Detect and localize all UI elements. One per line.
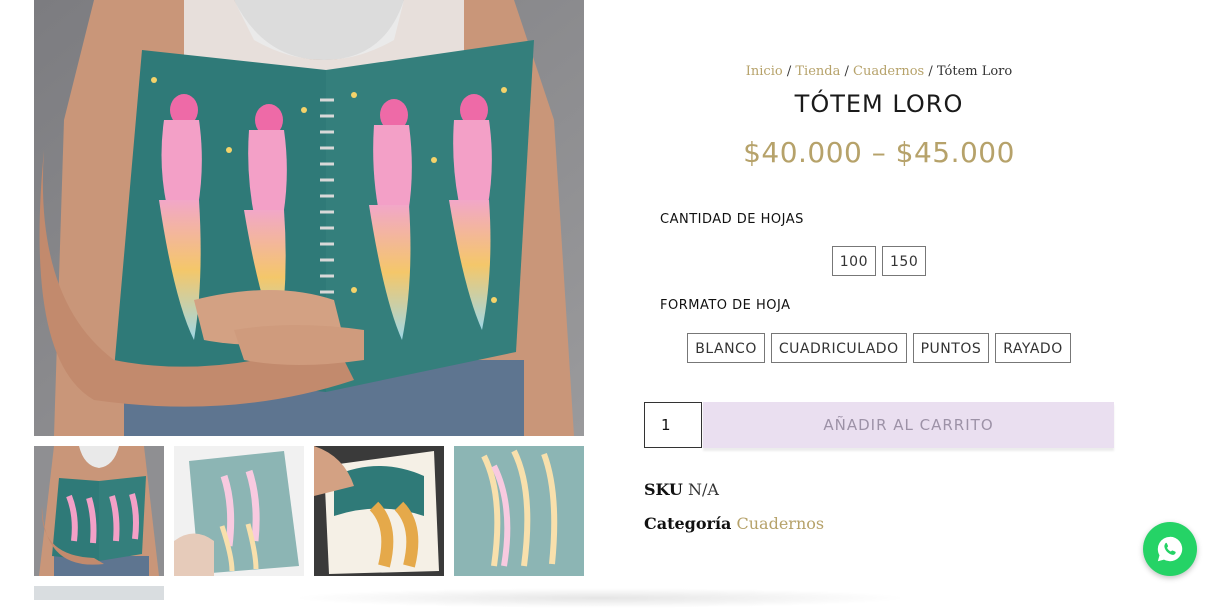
thumbnail-1[interactable] — [34, 446, 164, 576]
breadcrumb-shop[interactable]: Tienda — [795, 64, 840, 79]
format-option-puntos[interactable]: PUNTOS — [912, 333, 990, 363]
add-to-cart-button[interactable]: AÑADIR AL CARRITO — [703, 402, 1114, 448]
thumbnail-5[interactable] — [34, 586, 164, 600]
thumbnail-4[interactable] — [454, 446, 584, 576]
product-main-image[interactable] — [34, 0, 584, 436]
category-label: Categoría — [644, 514, 732, 533]
format-option-rayado[interactable]: RAYADO — [995, 333, 1071, 363]
breadcrumb-separator: / — [928, 64, 933, 79]
thumbnail-3[interactable] — [314, 446, 444, 576]
breadcrumb-category[interactable]: Cuadernos — [853, 64, 924, 79]
breadcrumb-home[interactable]: Inicio — [746, 64, 783, 79]
format-option-cuadriculado[interactable]: CUADRICULADO — [770, 333, 907, 363]
breadcrumb-separator: / — [786, 64, 792, 79]
product-summary: Inicio / Tienda / Cuadernos / Tótem Loro… — [640, 0, 1120, 600]
whatsapp-icon — [1157, 536, 1183, 562]
breadcrumb: Inicio / Tienda / Cuadernos / Tótem Loro — [640, 64, 1118, 79]
format-option-blanco[interactable]: BLANCO — [687, 333, 765, 363]
thumbnail-2[interactable] — [174, 446, 304, 576]
category-row: Categoría Cuadernos — [644, 514, 824, 533]
category-link[interactable]: Cuadernos — [737, 514, 825, 533]
product-title: TÓTEM LORO — [794, 90, 964, 118]
sheets-options: 100 150 — [640, 246, 1118, 276]
sheets-option-150[interactable]: 150 — [882, 246, 927, 276]
sheets-option-100[interactable]: 100 — [831, 246, 876, 276]
breadcrumb-current: Tótem Loro — [936, 64, 1013, 79]
format-options: BLANCO CUADRICULADO PUNTOS RAYADO — [640, 333, 1118, 363]
bottom-shadow — [290, 588, 910, 608]
sku-row: SKU N/A — [644, 480, 719, 499]
sku-label: SKU — [644, 480, 683, 499]
breadcrumb-separator: / — [844, 64, 849, 79]
sheets-label: CANTIDAD DE HOJAS — [660, 212, 804, 227]
whatsapp-button[interactable] — [1143, 522, 1197, 576]
quantity-input[interactable]: 1 — [644, 402, 702, 448]
sku-value: N/A — [687, 480, 719, 499]
format-label: FORMATO DE HOJA — [660, 298, 791, 313]
product-price: $40.000 – $45.000 — [743, 136, 1015, 169]
